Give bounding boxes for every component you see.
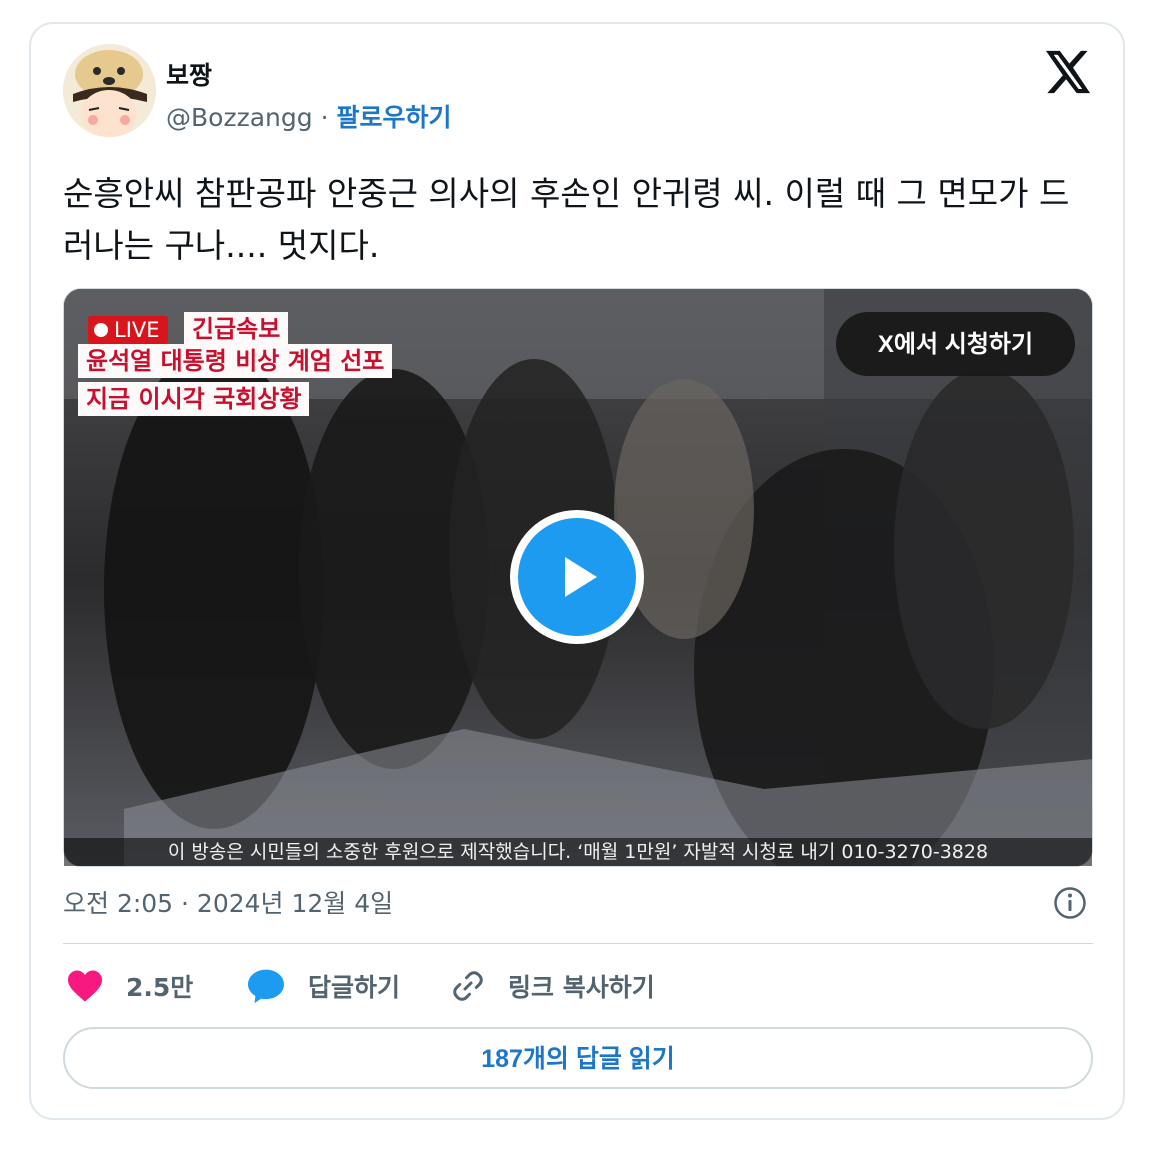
- avatar[interactable]: [63, 44, 156, 137]
- reply-label: 답글하기: [308, 973, 401, 1002]
- live-label: LIVE: [114, 318, 160, 342]
- watch-on-x-button[interactable]: X에서 시청하기: [836, 312, 1075, 376]
- tweet-timestamp[interactable]: 오전 2:05 · 2024년 12월 4일: [63, 884, 393, 920]
- reply-bubble-icon: [248, 969, 284, 1004]
- follow-button[interactable]: 팔로우하기: [336, 103, 451, 132]
- info-icon[interactable]: [1053, 886, 1087, 920]
- like-count: 2.5만: [126, 973, 194, 1002]
- copy-link-button[interactable]: 링크 복사하기: [450, 964, 655, 1008]
- reply-button[interactable]: 답글하기: [246, 964, 400, 1008]
- read-replies-button[interactable]: 187개의 답글 읽기: [63, 1027, 1093, 1089]
- live-dot-icon: [94, 323, 108, 337]
- x-logo-icon[interactable]: [1046, 50, 1092, 94]
- play-button[interactable]: [510, 510, 644, 644]
- video-caption: 이 방송은 시민들의 소중한 후원으로 제작했습니다. ‘매월 1만원’ 자발적…: [64, 838, 1092, 866]
- author-name[interactable]: 보짱: [166, 56, 212, 92]
- tweet-text: 순흥안씨 참판공파 안중근 의사의 후손인 안귀령 씨. 이럴 때 그 면모가 …: [63, 174, 1070, 265]
- author-handle[interactable]: @Bozzangg: [166, 103, 313, 132]
- banner-headline: 윤석열 대통령 비상 계엄 선포: [78, 344, 393, 378]
- play-icon: [518, 518, 636, 636]
- heart-icon: [68, 970, 102, 1002]
- copy-link-label: 링크 복사하기: [508, 973, 655, 1002]
- link-icon: [453, 971, 483, 1001]
- banner-subheadline: 지금 이시각 국회상황: [78, 382, 310, 416]
- author-handle-row: @Bozzangg · 팔로우하기: [166, 98, 451, 134]
- like-button[interactable]: 2.5만: [66, 964, 193, 1008]
- banner-breaking: 긴급속보: [184, 312, 289, 346]
- handle-separator: ·: [320, 103, 329, 132]
- divider: [63, 943, 1093, 944]
- live-badge: LIVE: [88, 316, 168, 344]
